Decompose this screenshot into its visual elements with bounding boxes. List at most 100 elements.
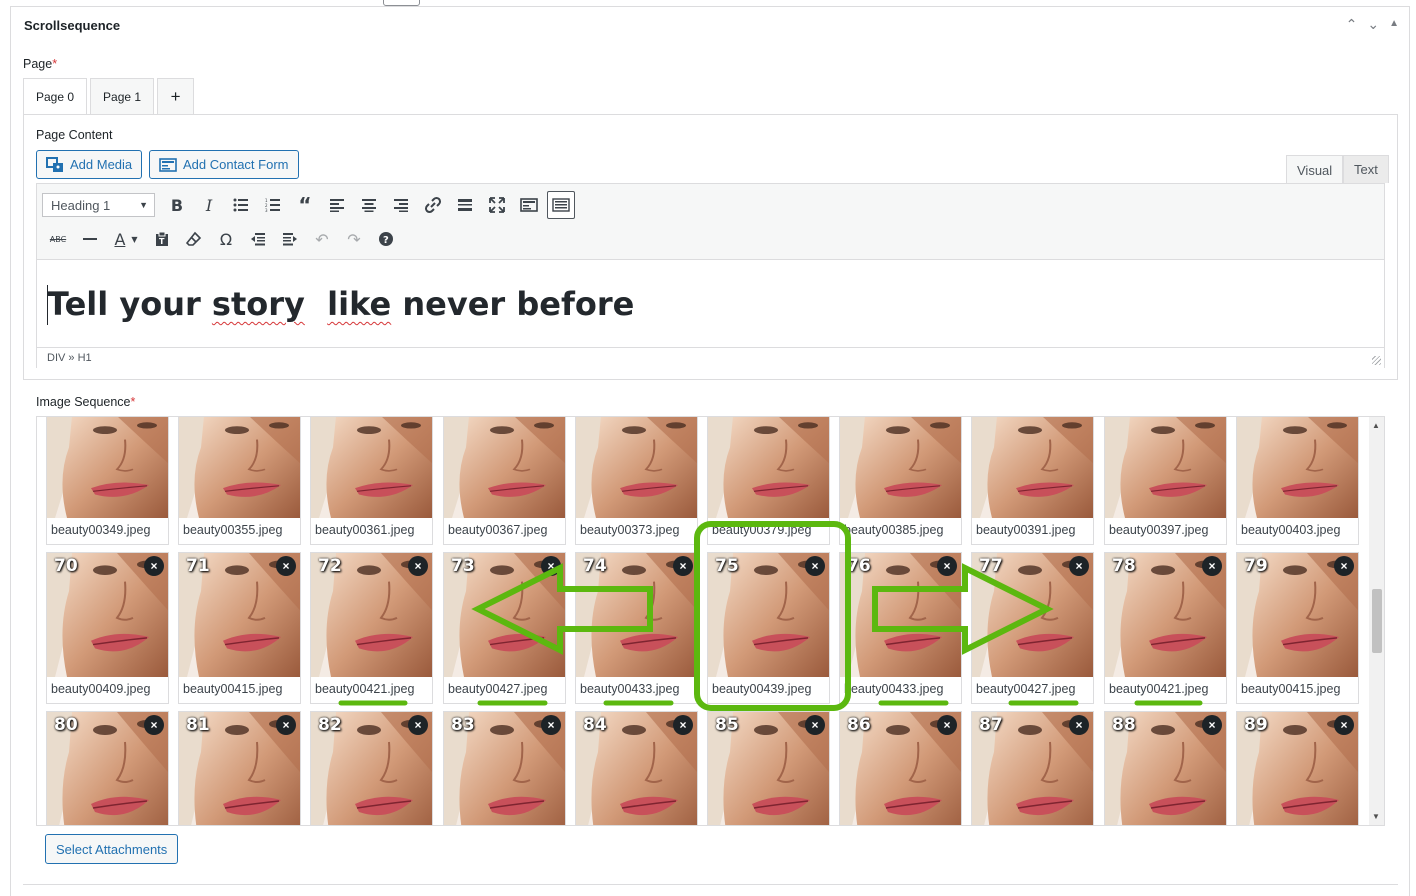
chevron-up-icon[interactable]: ⌃ bbox=[1346, 17, 1358, 31]
remove-icon[interactable]: × bbox=[805, 715, 825, 735]
add-page-tab[interactable]: + bbox=[157, 78, 195, 114]
metabox-title: Scrollsequence bbox=[24, 18, 121, 33]
sequence-thumbnail[interactable]: 82 × bbox=[310, 711, 433, 825]
tab-text[interactable]: Text bbox=[1343, 155, 1389, 183]
sequence-thumbnail[interactable]: 77 × beauty00427.jpeg bbox=[971, 552, 1094, 704]
remove-icon[interactable]: × bbox=[673, 715, 693, 735]
sequence-thumbnail[interactable]: 75 × beauty00439.jpeg bbox=[707, 552, 830, 704]
frame-number: 76 bbox=[847, 556, 871, 576]
sequence-thumbnail[interactable]: beauty00397.jpeg bbox=[1104, 417, 1227, 545]
chevron-down-icon[interactable]: ⌄ bbox=[1367, 17, 1379, 31]
sequence-thumbnail[interactable]: beauty00391.jpeg bbox=[971, 417, 1094, 545]
fullscreen-icon[interactable] bbox=[481, 191, 513, 219]
remove-icon[interactable]: × bbox=[673, 556, 693, 576]
frame-number: 87 bbox=[979, 715, 1003, 735]
sequence-thumbnail[interactable]: 71 × beauty00415.jpeg bbox=[178, 552, 301, 704]
scroll-up-icon[interactable]: ▲ bbox=[1372, 421, 1380, 430]
sequence-thumbnail[interactable]: 76 × beauty00433.jpeg bbox=[839, 552, 962, 704]
redo-icon[interactable]: ↷ bbox=[338, 225, 370, 253]
sequence-thumbnail[interactable]: beauty00385.jpeg bbox=[839, 417, 962, 545]
sequence-thumbnail[interactable]: beauty00361.jpeg bbox=[310, 417, 433, 545]
select-attachments-button[interactable]: Select Attachments bbox=[45, 834, 179, 864]
chevron-down-icon: ▼ bbox=[139, 200, 148, 210]
tab-visual[interactable]: Visual bbox=[1286, 155, 1344, 184]
sequence-thumbnail[interactable]: beauty00403.jpeg bbox=[1236, 417, 1359, 545]
remove-icon[interactable]: × bbox=[1069, 715, 1089, 735]
tab-page-0[interactable]: Page 0 bbox=[23, 78, 88, 115]
align-center-icon[interactable] bbox=[353, 191, 385, 219]
numbered-list-icon[interactable]: 123 bbox=[257, 191, 289, 219]
thumbnail-filename: beauty00355.jpeg bbox=[183, 523, 283, 537]
clear-formatting-icon[interactable] bbox=[178, 225, 210, 253]
sequence-thumbnail[interactable]: 74 × beauty00433.jpeg bbox=[575, 552, 698, 704]
remove-icon[interactable]: × bbox=[1334, 715, 1354, 735]
sequence-thumbnail[interactable]: 80 × bbox=[46, 711, 169, 825]
remove-icon[interactable]: × bbox=[541, 715, 561, 735]
remove-icon[interactable]: × bbox=[937, 556, 957, 576]
remove-icon[interactable]: × bbox=[1202, 556, 1222, 576]
text-color-icon[interactable]: A ▼ bbox=[106, 225, 146, 253]
indent-icon[interactable] bbox=[274, 225, 306, 253]
sequence-thumbnail[interactable]: 72 × beauty00421.jpeg bbox=[310, 552, 433, 704]
sequence-thumbnail[interactable]: 78 × beauty00421.jpeg bbox=[1104, 552, 1227, 704]
remove-icon[interactable]: × bbox=[408, 715, 428, 735]
remove-icon[interactable]: × bbox=[144, 715, 164, 735]
link-icon[interactable] bbox=[417, 191, 449, 219]
sequence-thumbnail[interactable]: beauty00367.jpeg bbox=[443, 417, 566, 545]
resize-handle-icon[interactable] bbox=[1372, 356, 1381, 365]
remove-icon[interactable]: × bbox=[805, 556, 825, 576]
sequence-thumbnail[interactable]: beauty00379.jpeg bbox=[707, 417, 830, 545]
remove-icon[interactable]: × bbox=[937, 715, 957, 735]
sequence-thumbnail[interactable]: beauty00355.jpeg bbox=[178, 417, 301, 545]
undo-icon[interactable]: ↶ bbox=[306, 225, 338, 253]
remove-icon[interactable]: × bbox=[276, 556, 296, 576]
bold-icon[interactable]: B bbox=[161, 191, 193, 219]
blockquote-icon[interactable]: “ bbox=[289, 191, 321, 219]
sequence-thumbnail[interactable]: 87 × bbox=[971, 711, 1094, 825]
remove-icon[interactable]: × bbox=[276, 715, 296, 735]
sequence-thumbnail[interactable]: 86 × bbox=[839, 711, 962, 825]
remove-icon[interactable]: × bbox=[1202, 715, 1222, 735]
align-right-icon[interactable] bbox=[385, 191, 417, 219]
toolbar-toggle-icon[interactable] bbox=[547, 191, 575, 219]
bullet-list-icon[interactable] bbox=[225, 191, 257, 219]
thumbnail-filename: beauty00391.jpeg bbox=[976, 523, 1076, 537]
sequence-thumbnail[interactable]: 85 × bbox=[707, 711, 830, 825]
scrollbar-thumb[interactable] bbox=[1372, 589, 1382, 653]
sequence-thumbnail[interactable]: 89 × bbox=[1236, 711, 1359, 825]
sequence-thumbnail[interactable]: beauty00373.jpeg bbox=[575, 417, 698, 545]
remove-icon[interactable]: × bbox=[144, 556, 164, 576]
sequence-thumbnail[interactable]: beauty00349.jpeg bbox=[46, 417, 169, 545]
tab-page-1[interactable]: Page 1 bbox=[90, 78, 155, 114]
sequence-thumbnail[interactable]: 73 × beauty00427.jpeg bbox=[443, 552, 566, 704]
format-select[interactable]: Heading 1 ▼ bbox=[42, 193, 155, 217]
sequence-thumbnail[interactable]: 84 × bbox=[575, 711, 698, 825]
remove-icon[interactable]: × bbox=[541, 556, 561, 576]
remove-icon[interactable]: × bbox=[1334, 556, 1354, 576]
sequence-thumbnail[interactable]: 83 × bbox=[443, 711, 566, 825]
read-more-icon[interactable] bbox=[449, 191, 481, 219]
editor-content-area[interactable]: Tell your story like never before bbox=[37, 261, 1384, 347]
triangle-up-icon[interactable]: ▲ bbox=[1389, 17, 1399, 31]
sequence-thumbnail[interactable]: 88 × bbox=[1104, 711, 1227, 825]
sequence-thumbnail[interactable]: 79 × beauty00415.jpeg bbox=[1236, 552, 1359, 704]
thumbnail-filename: beauty00439.jpeg bbox=[712, 682, 812, 696]
add-media-button[interactable]: Add Media bbox=[36, 150, 143, 179]
italic-icon[interactable]: I bbox=[193, 191, 225, 219]
paste-text-icon[interactable]: T bbox=[146, 225, 178, 253]
strikethrough-icon[interactable]: ABC bbox=[42, 225, 74, 253]
frame-number: 75 bbox=[715, 556, 739, 576]
sequence-thumbnail[interactable]: 70 × beauty00409.jpeg bbox=[46, 552, 169, 704]
remove-icon[interactable]: × bbox=[408, 556, 428, 576]
horizontal-line-icon[interactable] bbox=[74, 225, 106, 253]
add-contact-form-button[interactable]: Add Contact Form bbox=[149, 150, 299, 179]
help-icon[interactable]: ? bbox=[370, 225, 402, 253]
align-left-icon[interactable] bbox=[321, 191, 353, 219]
sequence-thumbnail[interactable]: 81 × bbox=[178, 711, 301, 825]
remove-icon[interactable]: × bbox=[1069, 556, 1089, 576]
special-character-icon[interactable]: Ω bbox=[210, 225, 242, 253]
outdent-icon[interactable] bbox=[242, 225, 274, 253]
scroll-down-icon[interactable]: ▼ bbox=[1372, 812, 1380, 821]
scrollbar[interactable]: ▲ ▼ bbox=[1369, 417, 1384, 825]
form-icon[interactable] bbox=[513, 191, 545, 219]
